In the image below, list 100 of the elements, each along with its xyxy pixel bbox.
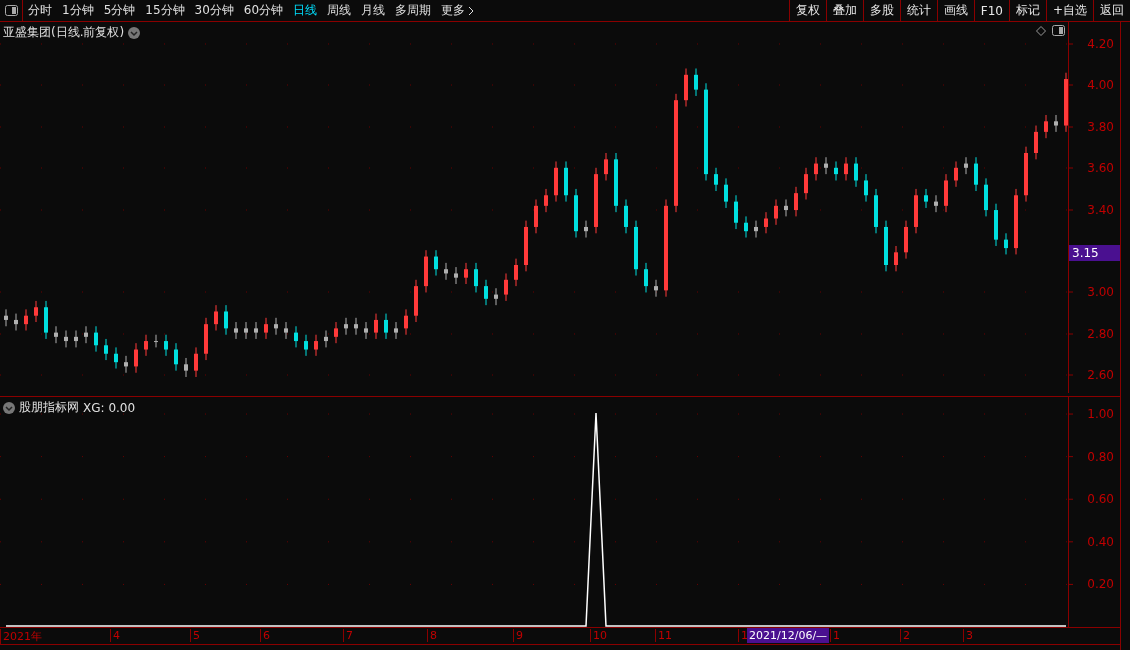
candlestick bbox=[554, 160, 558, 203]
candlestick bbox=[454, 266, 458, 285]
candlestick bbox=[434, 249, 438, 277]
candlestick bbox=[384, 313, 388, 340]
candlestick bbox=[474, 262, 478, 293]
candlestick bbox=[714, 167, 718, 192]
axis-label: 2.80 bbox=[1087, 327, 1114, 341]
axis-label: 4.20 bbox=[1087, 37, 1114, 51]
candlestick bbox=[364, 321, 368, 340]
cursor-date: 2021/12/06/— bbox=[747, 628, 830, 643]
period-tab[interactable]: 30分钟 bbox=[189, 0, 239, 21]
date-label: 1 bbox=[830, 629, 840, 642]
candlestick bbox=[654, 279, 658, 298]
candlestick bbox=[964, 156, 968, 175]
candlestick bbox=[64, 330, 68, 348]
candlestick bbox=[314, 334, 318, 357]
candlestick bbox=[914, 188, 918, 234]
candlestick bbox=[204, 317, 208, 361]
period-tab[interactable]: 更多 bbox=[436, 0, 480, 21]
candlestick bbox=[844, 156, 848, 181]
candlestick bbox=[1004, 232, 1008, 255]
dropdown-icon[interactable] bbox=[128, 26, 141, 39]
panel-toggle-icon[interactable] bbox=[1052, 25, 1065, 36]
candlestick bbox=[734, 194, 738, 230]
candlestick bbox=[594, 167, 598, 234]
candlestick bbox=[524, 220, 528, 272]
axis-label: 0.60 bbox=[1087, 492, 1114, 507]
candlestick bbox=[484, 279, 488, 306]
candlestick bbox=[294, 325, 298, 348]
date-label: 4 bbox=[110, 629, 120, 642]
candlestick bbox=[34, 300, 38, 323]
period-tab[interactable]: 分时 bbox=[23, 0, 57, 21]
candlestick bbox=[214, 304, 218, 331]
candlestick bbox=[924, 188, 928, 209]
candlestick bbox=[324, 330, 328, 348]
candlestick bbox=[1054, 114, 1058, 133]
chart-title: 亚盛集团(日线.前复权) bbox=[3, 24, 125, 41]
period-tab[interactable]: 月线 bbox=[356, 0, 391, 21]
period-tab[interactable]: 1分钟 bbox=[57, 0, 99, 21]
period-tab[interactable]: 日线 bbox=[288, 0, 323, 21]
chevron-right-icon bbox=[468, 5, 475, 16]
candlestick bbox=[874, 188, 878, 234]
candlestick bbox=[354, 317, 358, 336]
candlestick bbox=[194, 346, 198, 378]
candlestick bbox=[504, 272, 508, 302]
date-label: 6 bbox=[260, 629, 270, 642]
candlestick bbox=[164, 334, 168, 357]
candlestick bbox=[824, 156, 828, 175]
candlestick bbox=[1034, 125, 1038, 160]
period-tab[interactable]: 15分钟 bbox=[140, 0, 190, 21]
candlestick bbox=[224, 304, 228, 336]
axis-label: 0.20 bbox=[1087, 577, 1114, 592]
candlestick bbox=[54, 325, 58, 344]
axis-label: 3.80 bbox=[1087, 120, 1114, 134]
candlestick bbox=[564, 160, 568, 203]
candlestick bbox=[764, 211, 768, 234]
candlestick bbox=[284, 321, 288, 340]
indicator-name: 股朋指标网 bbox=[19, 399, 79, 416]
period-tab[interactable]: 周线 bbox=[322, 0, 357, 21]
axis-label: 0.80 bbox=[1087, 449, 1114, 464]
date-label: 10 bbox=[590, 629, 607, 642]
candlestick bbox=[74, 330, 78, 348]
axis-label: 3.00 bbox=[1087, 285, 1114, 299]
date-label: 3 bbox=[963, 629, 973, 642]
period-tab[interactable]: 5分钟 bbox=[98, 0, 141, 21]
candlestick bbox=[634, 220, 638, 277]
candlestick bbox=[864, 173, 868, 203]
candlestick bbox=[154, 334, 158, 348]
period-tab[interactable]: 多周期 bbox=[390, 0, 437, 21]
candlestick bbox=[784, 199, 788, 217]
axis-label: 3.40 bbox=[1087, 203, 1114, 217]
candlestick bbox=[724, 177, 728, 209]
diamond-icon[interactable] bbox=[1036, 25, 1046, 36]
candlestick bbox=[544, 188, 548, 213]
candlestick bbox=[814, 156, 818, 181]
candlestick bbox=[644, 262, 648, 293]
candlestick bbox=[394, 321, 398, 340]
candlestick bbox=[274, 317, 278, 336]
date-label: 5 bbox=[190, 629, 200, 642]
candlestick bbox=[994, 203, 998, 247]
axis-label: 3.60 bbox=[1087, 161, 1114, 175]
dropdown-icon[interactable] bbox=[3, 401, 15, 414]
candlestick bbox=[624, 199, 628, 234]
date-label: 11 bbox=[655, 629, 672, 642]
candlestick bbox=[444, 262, 448, 281]
candlestick bbox=[794, 186, 798, 217]
panel-toggle-icon[interactable] bbox=[4, 5, 18, 16]
date-label: 8 bbox=[427, 629, 437, 642]
candlestick bbox=[234, 321, 238, 340]
candlestick bbox=[94, 325, 98, 353]
candlestick bbox=[184, 357, 188, 378]
candlestick bbox=[584, 220, 588, 239]
candlestick bbox=[904, 220, 908, 260]
axis-label: 1.00 bbox=[1087, 407, 1114, 422]
price-marker: 3.15 bbox=[1069, 245, 1120, 261]
indicator-reading: XG: 0.00 bbox=[83, 400, 136, 415]
date-label: 9 bbox=[513, 629, 523, 642]
period-tab[interactable]: 60分钟 bbox=[238, 0, 289, 21]
candlestick bbox=[744, 215, 748, 239]
date-label: 7 bbox=[343, 629, 353, 642]
